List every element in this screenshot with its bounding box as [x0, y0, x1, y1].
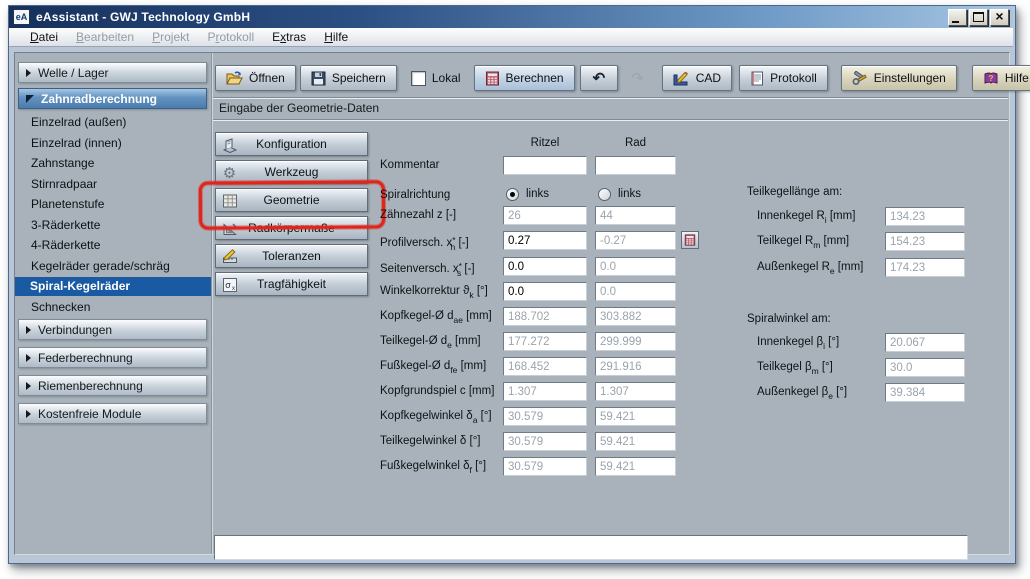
- toolbar: Öffnen Speichern Lokal Berechnen ↶ ↷ CAD…: [215, 64, 1030, 92]
- column-header-ritzel: Ritzel: [503, 137, 587, 149]
- configuration-icon: [221, 136, 238, 153]
- column-header-rad: Rad: [595, 137, 676, 149]
- app-icon: eA: [13, 9, 30, 25]
- open-button[interactable]: Öffnen: [215, 65, 296, 91]
- close-button[interactable]: [990, 9, 1009, 26]
- sidebar-item-einzelrad-aussen[interactable]: Einzelrad (außen): [16, 113, 210, 132]
- kopfkegel-ritzel-input: [503, 307, 587, 326]
- winkelkorrektur-ritzel-input[interactable]: [503, 282, 587, 301]
- innenkegel-r-input: [885, 207, 965, 226]
- sidebar-divider: [211, 53, 212, 554]
- aussenkegel-beta-input: [885, 383, 965, 402]
- radio-label: links: [526, 186, 549, 203]
- menu-extras[interactable]: Extras: [263, 30, 315, 44]
- tools-icon: [852, 71, 868, 86]
- menu-projekt: Projekt: [143, 30, 198, 44]
- sidebar-item-einzelrad-innen[interactable]: Einzelrad (innen): [16, 134, 210, 153]
- row-spiralrichtung: Spiralrichtung links links: [0, 186, 1010, 205]
- calculator-icon: [485, 71, 500, 86]
- row-kopfkegel: Kopfkegel-Ø dae [mm]: [0, 307, 1010, 326]
- row-aussenkegel-beta: Außenkegel βe [°]: [0, 383, 1010, 402]
- screenshot: eA eAssistant - GWJ Technology GmbH Date…: [0, 0, 1030, 579]
- konfiguration-button[interactable]: Konfiguration: [215, 132, 368, 156]
- open-folder-icon: [226, 71, 243, 86]
- menu-bar: Datei Bearbeiten Projekt Protokoll Extra…: [9, 28, 1013, 47]
- spiralwinkel-title: Spiralwinkel am:: [747, 313, 831, 325]
- undo-button[interactable]: ↶: [580, 65, 619, 91]
- help-book-icon: ?: [983, 71, 999, 86]
- expanded-arrow-icon: [26, 95, 34, 103]
- sidebar-item-welle-lager[interactable]: Welle / Lager: [18, 62, 207, 83]
- row-aussenkegel-r: Außenkegel Re [mm]: [0, 258, 1010, 277]
- innenkegel-beta-input: [885, 333, 965, 352]
- row-teilkegel-beta: Teilkegel βm [°]: [0, 358, 1010, 377]
- kommentar-rad-input[interactable]: [595, 156, 676, 175]
- local-checkbox[interactable]: [411, 71, 426, 86]
- cad-icon: [673, 71, 690, 86]
- cad-button[interactable]: CAD: [662, 65, 732, 91]
- collapsed-arrow-icon: [26, 69, 31, 77]
- teilkegelwinkel-ritzel-input: [503, 432, 587, 451]
- save-button[interactable]: Speichern: [300, 65, 397, 91]
- message-box: [214, 535, 968, 560]
- svg-text:?: ?: [988, 74, 993, 83]
- help-button[interactable]: ? Hilfe: [972, 65, 1030, 91]
- redo-button: ↷: [620, 65, 655, 91]
- row-teilkegelwinkel: Teilkegelwinkel δ [°]: [0, 432, 1010, 451]
- teilkegellaenge-title: Teilkegellänge am:: [747, 186, 842, 198]
- aussenkegel-r-input: [885, 258, 965, 277]
- calculate-button[interactable]: Berechnen: [474, 65, 575, 91]
- local-checkbox-group: Lokal: [411, 71, 461, 86]
- kopfkegelwinkel-ritzel-input: [503, 407, 587, 426]
- spiralrichtung-rad-radio[interactable]: [598, 188, 611, 201]
- kommentar-ritzel-input[interactable]: [503, 156, 587, 175]
- window-title: eAssistant - GWJ Technology GmbH: [36, 10, 250, 24]
- spiralrichtung-label: Spiralrichtung: [380, 186, 450, 205]
- row-kopfkegelwinkel: Kopfkegelwinkel δa [°]: [0, 407, 1010, 426]
- undo-icon: ↶: [593, 71, 606, 86]
- settings-button[interactable]: Einstellungen: [841, 65, 957, 91]
- title-bar: eA eAssistant - GWJ Technology GmbH: [9, 6, 1013, 28]
- teilkegel-beta-input: [885, 358, 965, 377]
- menu-protokoll: Protokoll: [198, 30, 263, 44]
- menu-bearbeiten: Bearbeiten: [67, 30, 143, 44]
- maximize-button[interactable]: [969, 9, 988, 26]
- separator: [213, 119, 1008, 121]
- row-winkelkorrektur: Winkelkorrektur ϑk [°]: [0, 282, 1010, 301]
- sidebar-item-zahnradberechnung[interactable]: Zahnradberechnung: [18, 88, 207, 109]
- row-innenkegel-r: Innenkegel Ri [mm]: [0, 207, 1010, 226]
- teilkegelwinkel-rad-input: [595, 432, 676, 451]
- row-fusskegelwinkel: Fußkegelwinkel δf [°]: [0, 457, 1010, 476]
- fusskegelwinkel-ritzel-input: [503, 457, 587, 476]
- minimize-button[interactable]: [948, 9, 967, 26]
- teilkegel-r-input: [885, 232, 965, 251]
- redo-icon: ↷: [631, 71, 644, 86]
- protocol-button[interactable]: Protokoll: [739, 65, 828, 91]
- kopfkegelwinkel-rad-input: [595, 407, 676, 426]
- panel-status-label: Eingabe der Geometrie-Daten: [219, 101, 379, 115]
- menu-hilfe[interactable]: Hilfe: [315, 30, 357, 44]
- row-kommentar: Kommentar: [0, 156, 1010, 175]
- menu-datei[interactable]: Datei: [21, 30, 67, 44]
- kommentar-label: Kommentar: [380, 156, 439, 175]
- protocol-document-icon: [750, 71, 764, 86]
- separator: [213, 97, 1008, 99]
- row-teilkegel-r: Teilkegel Rm [mm]: [0, 232, 1010, 251]
- spiralrichtung-ritzel-radio[interactable]: [506, 188, 519, 201]
- fusskegelwinkel-rad-input: [595, 457, 676, 476]
- winkelkorrektur-rad-input: [595, 282, 676, 301]
- radio-label: links: [618, 186, 641, 203]
- row-innenkegel-beta: Innenkegel βi [°]: [0, 333, 1010, 352]
- kopfkegel-rad-input: [595, 307, 676, 326]
- save-floppy-icon: [311, 71, 326, 86]
